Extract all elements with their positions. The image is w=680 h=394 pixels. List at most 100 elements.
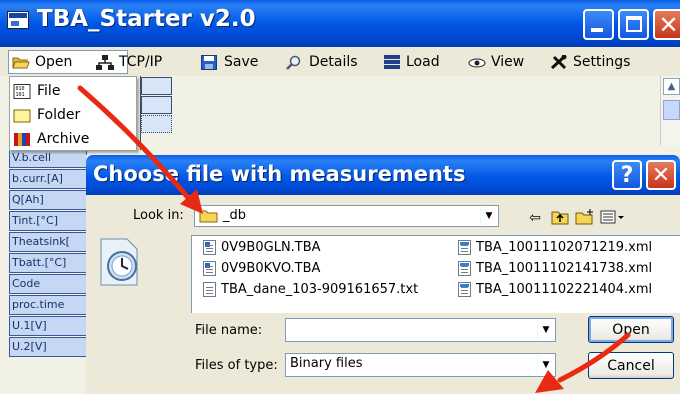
close-icon: ✕: [658, 11, 679, 39]
recent-places-icon[interactable]: [98, 238, 142, 286]
dropdown-item-archive-label: Archive: [37, 131, 90, 147]
files-of-type-combo[interactable]: Binary files ▼: [285, 353, 556, 377]
dropdown-item-folder[interactable]: Folder: [13, 104, 80, 126]
window-title: TBA_Starter v2.0: [37, 6, 256, 32]
file-item[interactable]: TBA_dane_103-909161657.txt: [203, 280, 418, 298]
floppy-disk-icon: [201, 54, 219, 70]
help-icon: ?: [620, 163, 634, 188]
choose-file-dialog: Choose file with measurements ? ✕ Look i…: [86, 155, 680, 394]
file-item-name: 0V9B0KVO.TBA: [221, 260, 321, 276]
binary-file-icon: 010 101: [13, 83, 31, 99]
scroll-up-icon[interactable]: ▲: [663, 78, 680, 95]
file-item-name: TBA_10011102221404.xml: [476, 281, 653, 297]
dialog-titlebar[interactable]: Choose file with measurements ? ✕: [86, 155, 680, 195]
file-item-name: 0V9B0GLN.TBA: [221, 239, 321, 255]
new-folder-icon[interactable]: [575, 209, 595, 227]
back-arrow-icon[interactable]: ⇦: [525, 209, 545, 227]
xml-file-icon: [458, 239, 471, 255]
look-in-combo[interactable]: _db ▼: [194, 205, 499, 227]
minimize-icon: [591, 28, 603, 32]
menu-view[interactable]: View: [465, 50, 527, 74]
channel-cell[interactable]: V.b.cell: [9, 148, 87, 168]
tools-icon: [550, 54, 568, 70]
menubar: Open TCP/IP Save Details Load View Setti…: [0, 47, 680, 76]
channel-cell[interactable]: Q[Ah]: [9, 190, 87, 210]
file-item-name: TBA_dane_103-909161657.txt: [221, 281, 419, 297]
channel-cell[interactable]: U.2[V]: [9, 337, 87, 357]
grid-row[interactable]: [141, 77, 172, 95]
dropdown-item-file-label: File: [37, 83, 61, 99]
maximize-button[interactable]: [618, 9, 649, 40]
channel-cell[interactable]: Theatsink[: [9, 232, 87, 252]
view-menu-icon[interactable]: [600, 209, 626, 227]
file-item[interactable]: TBA_10011102141738.xml: [458, 259, 652, 277]
look-in-value: _db: [223, 208, 247, 223]
file-name-combo[interactable]: ▼: [285, 318, 556, 342]
menu-settings-label: Settings: [573, 54, 631, 70]
archive-icon: [13, 132, 31, 147]
channel-cell[interactable]: U.1[V]: [9, 316, 87, 336]
close-button[interactable]: ✕: [653, 9, 680, 40]
files-of-type-label: Files of type:: [195, 358, 278, 373]
open-folder-icon: [12, 55, 30, 70]
menu-load[interactable]: Load: [380, 50, 443, 74]
chevron-down-icon[interactable]: ▼: [537, 320, 554, 340]
file-item[interactable]: TBA_10011102071219.xml: [458, 238, 652, 256]
chevron-down-icon[interactable]: ▼: [537, 355, 554, 375]
tba-file-icon: [203, 239, 216, 255]
dropdown-item-folder-label: Folder: [37, 107, 81, 123]
close-icon: ✕: [651, 163, 671, 188]
look-in-label: Look in:: [133, 208, 184, 223]
channel-cell[interactable]: Tbatt.[°C]: [9, 253, 87, 273]
minimize-button[interactable]: [583, 9, 614, 40]
dropdown-item-archive[interactable]: Archive: [13, 128, 89, 150]
file-item-name: TBA_10011102141738.xml: [476, 260, 653, 276]
menu-tcpip[interactable]: TCP/IP: [93, 50, 165, 74]
cancel-button[interactable]: Cancel: [588, 352, 674, 379]
grid-row[interactable]: [141, 96, 172, 114]
folder-icon: [13, 108, 31, 123]
grid-row[interactable]: [141, 115, 172, 133]
maximize-icon: [626, 16, 642, 32]
data-grid[interactable]: [140, 76, 172, 150]
menu-save[interactable]: Save: [198, 50, 261, 74]
xml-file-icon: [458, 260, 471, 276]
file-item[interactable]: TBA_10011102221404.xml: [458, 280, 652, 298]
main-titlebar[interactable]: TBA_Starter v2.0 ✕: [0, 0, 680, 47]
menu-details-label: Details: [309, 54, 358, 70]
vertical-scrollbar[interactable]: ▲: [660, 76, 680, 146]
magnifier-icon: [286, 55, 304, 70]
eye-icon: [468, 55, 486, 70]
svg-text:101: 101: [16, 92, 25, 98]
folder-icon: [199, 209, 218, 223]
menu-details[interactable]: Details: [283, 50, 361, 74]
file-item[interactable]: 0V9B0GLN.TBA: [203, 238, 321, 256]
xml-file-icon: [458, 281, 471, 297]
files-of-type-value: Binary files: [290, 356, 363, 371]
open-dropdown-menu: 010 101 File Folder Archive: [9, 76, 137, 151]
menu-settings[interactable]: Settings: [547, 50, 633, 74]
file-name-label: File name:: [195, 323, 263, 338]
up-folder-icon[interactable]: [550, 209, 570, 227]
menu-open-label: Open: [35, 54, 73, 70]
chevron-down-icon[interactable]: ▼: [480, 207, 497, 225]
tba-file-icon: [203, 260, 216, 276]
help-button[interactable]: ?: [612, 160, 642, 190]
open-button[interactable]: Open: [588, 316, 674, 343]
dialog-title: Choose file with measurements: [93, 162, 466, 186]
file-list[interactable]: 0V9B0GLN.TBA 0V9B0KVO.TBA TBA_dane_103-9…: [191, 235, 680, 313]
dialog-close-button[interactable]: ✕: [646, 160, 676, 190]
file-item[interactable]: 0V9B0KVO.TBA: [203, 259, 320, 277]
menu-tcpip-label: TCP/IP: [119, 54, 163, 70]
network-icon: [96, 54, 114, 70]
scroll-thumb[interactable]: [663, 100, 680, 120]
file-item-name: TBA_10011102071219.xml: [476, 239, 653, 255]
dropdown-item-file[interactable]: 010 101 File: [13, 80, 60, 102]
channel-list: V.b.cell b.curr.[A] Q[Ah] Tint.[°C] Thea…: [9, 148, 87, 358]
channel-cell[interactable]: proc.time: [9, 295, 87, 315]
menu-view-label: View: [491, 54, 525, 70]
menu-save-label: Save: [224, 54, 259, 70]
channel-cell[interactable]: Code: [9, 274, 87, 294]
channel-cell[interactable]: b.curr.[A]: [9, 169, 87, 189]
channel-cell[interactable]: Tint.[°C]: [9, 211, 87, 231]
